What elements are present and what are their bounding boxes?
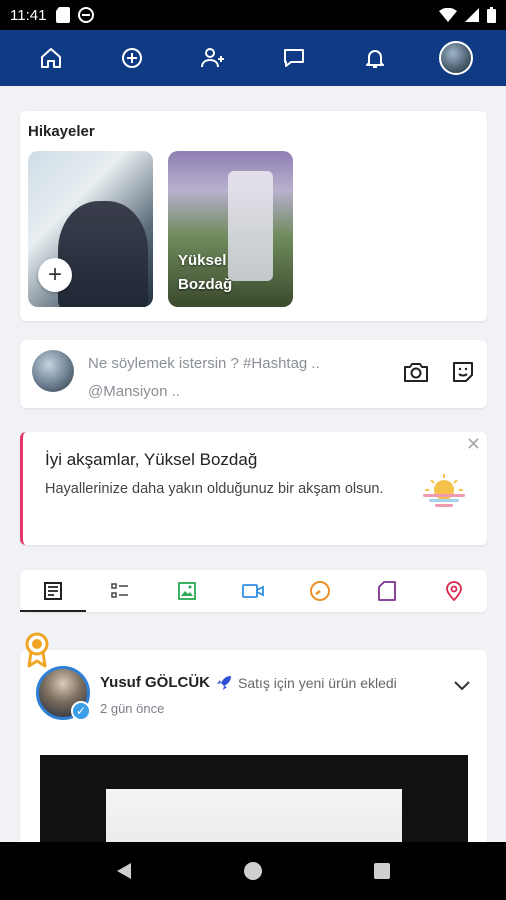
do-not-disturb-icon <box>78 7 95 23</box>
battery-icon <box>487 7 496 23</box>
greeting-card: İyi akşamlar, Yüksel Bozdağ Hayalleriniz… <box>20 432 487 545</box>
back-icon[interactable] <box>114 861 134 881</box>
status-bar: 11:41 <box>0 0 506 30</box>
post-composer: Ne söylemek istersin ? #Hashtag .. @Mans… <box>20 340 487 408</box>
sticker-icon[interactable] <box>451 360 475 384</box>
greeting-title: İyi akşamlar, Yüksel Bozdağ <box>45 450 258 469</box>
tab-location[interactable] <box>421 570 487 612</box>
post-author[interactable]: Yusuf GÖLCÜK <box>100 674 210 691</box>
home-nav-icon[interactable] <box>243 861 263 881</box>
messages-button[interactable] <box>274 38 314 78</box>
post-input[interactable]: Ne söylemek istersin ? #Hashtag .. @Mans… <box>88 350 368 406</box>
stories-title: Hikayeler <box>28 123 95 140</box>
story-item[interactable]: Yüksel Bozdağ <box>168 151 293 307</box>
add-circle-icon <box>121 48 142 68</box>
post-media[interactable] <box>40 755 468 850</box>
post-action: Satış için yeni ürün ekledi <box>238 674 397 691</box>
my-story[interactable]: + <box>28 151 153 307</box>
story-author-name: Yüksel Bozdağ <box>178 252 233 293</box>
greeting-message: Hayallerinize daha yakın olduğunuz bir a… <box>45 481 384 497</box>
verified-icon: ✓ <box>71 701 91 721</box>
clock-icon <box>310 581 331 601</box>
wifi-icon <box>439 8 457 22</box>
sd-card-icon <box>56 7 71 23</box>
recents-icon[interactable] <box>372 861 392 881</box>
profile-avatar <box>438 41 473 75</box>
rocket-icon <box>217 675 232 690</box>
author-avatar[interactable]: ✓ <box>36 666 91 721</box>
video-icon <box>242 584 265 598</box>
tab-all[interactable] <box>20 570 87 612</box>
tab-images[interactable] <box>154 570 220 612</box>
file-icon <box>377 581 396 601</box>
top-navigation <box>0 30 506 86</box>
message-icon <box>283 49 304 67</box>
signal-icon <box>465 8 479 22</box>
post-time: 2 gün önce <box>100 701 165 716</box>
sunset-icon <box>423 474 465 507</box>
tab-recent[interactable] <box>287 570 353 612</box>
status-time: 11:41 <box>10 6 47 24</box>
home-icon <box>40 48 61 68</box>
stories-card: Hikayeler + Yüksel Bozdağ <box>20 111 487 321</box>
close-icon[interactable]: ✕ <box>466 434 481 455</box>
chevron-down-icon[interactable] <box>453 680 471 692</box>
system-nav-bar <box>0 842 506 900</box>
tab-documents[interactable] <box>354 570 420 612</box>
news-icon <box>44 582 63 600</box>
list-icon <box>111 583 129 598</box>
tab-list[interactable] <box>87 570 153 612</box>
bell-icon <box>365 50 384 68</box>
notifications-button[interactable] <box>355 38 395 78</box>
add-friend-button[interactable] <box>193 38 233 78</box>
avatar <box>32 350 74 392</box>
home-button[interactable] <box>31 38 71 78</box>
create-button[interactable] <box>112 38 152 78</box>
camera-icon[interactable] <box>403 360 429 384</box>
tab-videos[interactable] <box>220 570 286 612</box>
story-photo <box>58 201 148 307</box>
award-icon <box>25 632 49 668</box>
feed-tabs <box>20 570 487 612</box>
image-icon <box>177 582 196 600</box>
post-image <box>106 789 402 850</box>
profile-button[interactable] <box>436 38 476 78</box>
location-pin-icon <box>445 581 462 602</box>
post-card: ✓ Yusuf GÖLCÜK Satış için yeni ürün ekle… <box>20 650 487 850</box>
add-user-icon <box>200 48 224 68</box>
add-story-button[interactable]: + <box>38 258 72 292</box>
